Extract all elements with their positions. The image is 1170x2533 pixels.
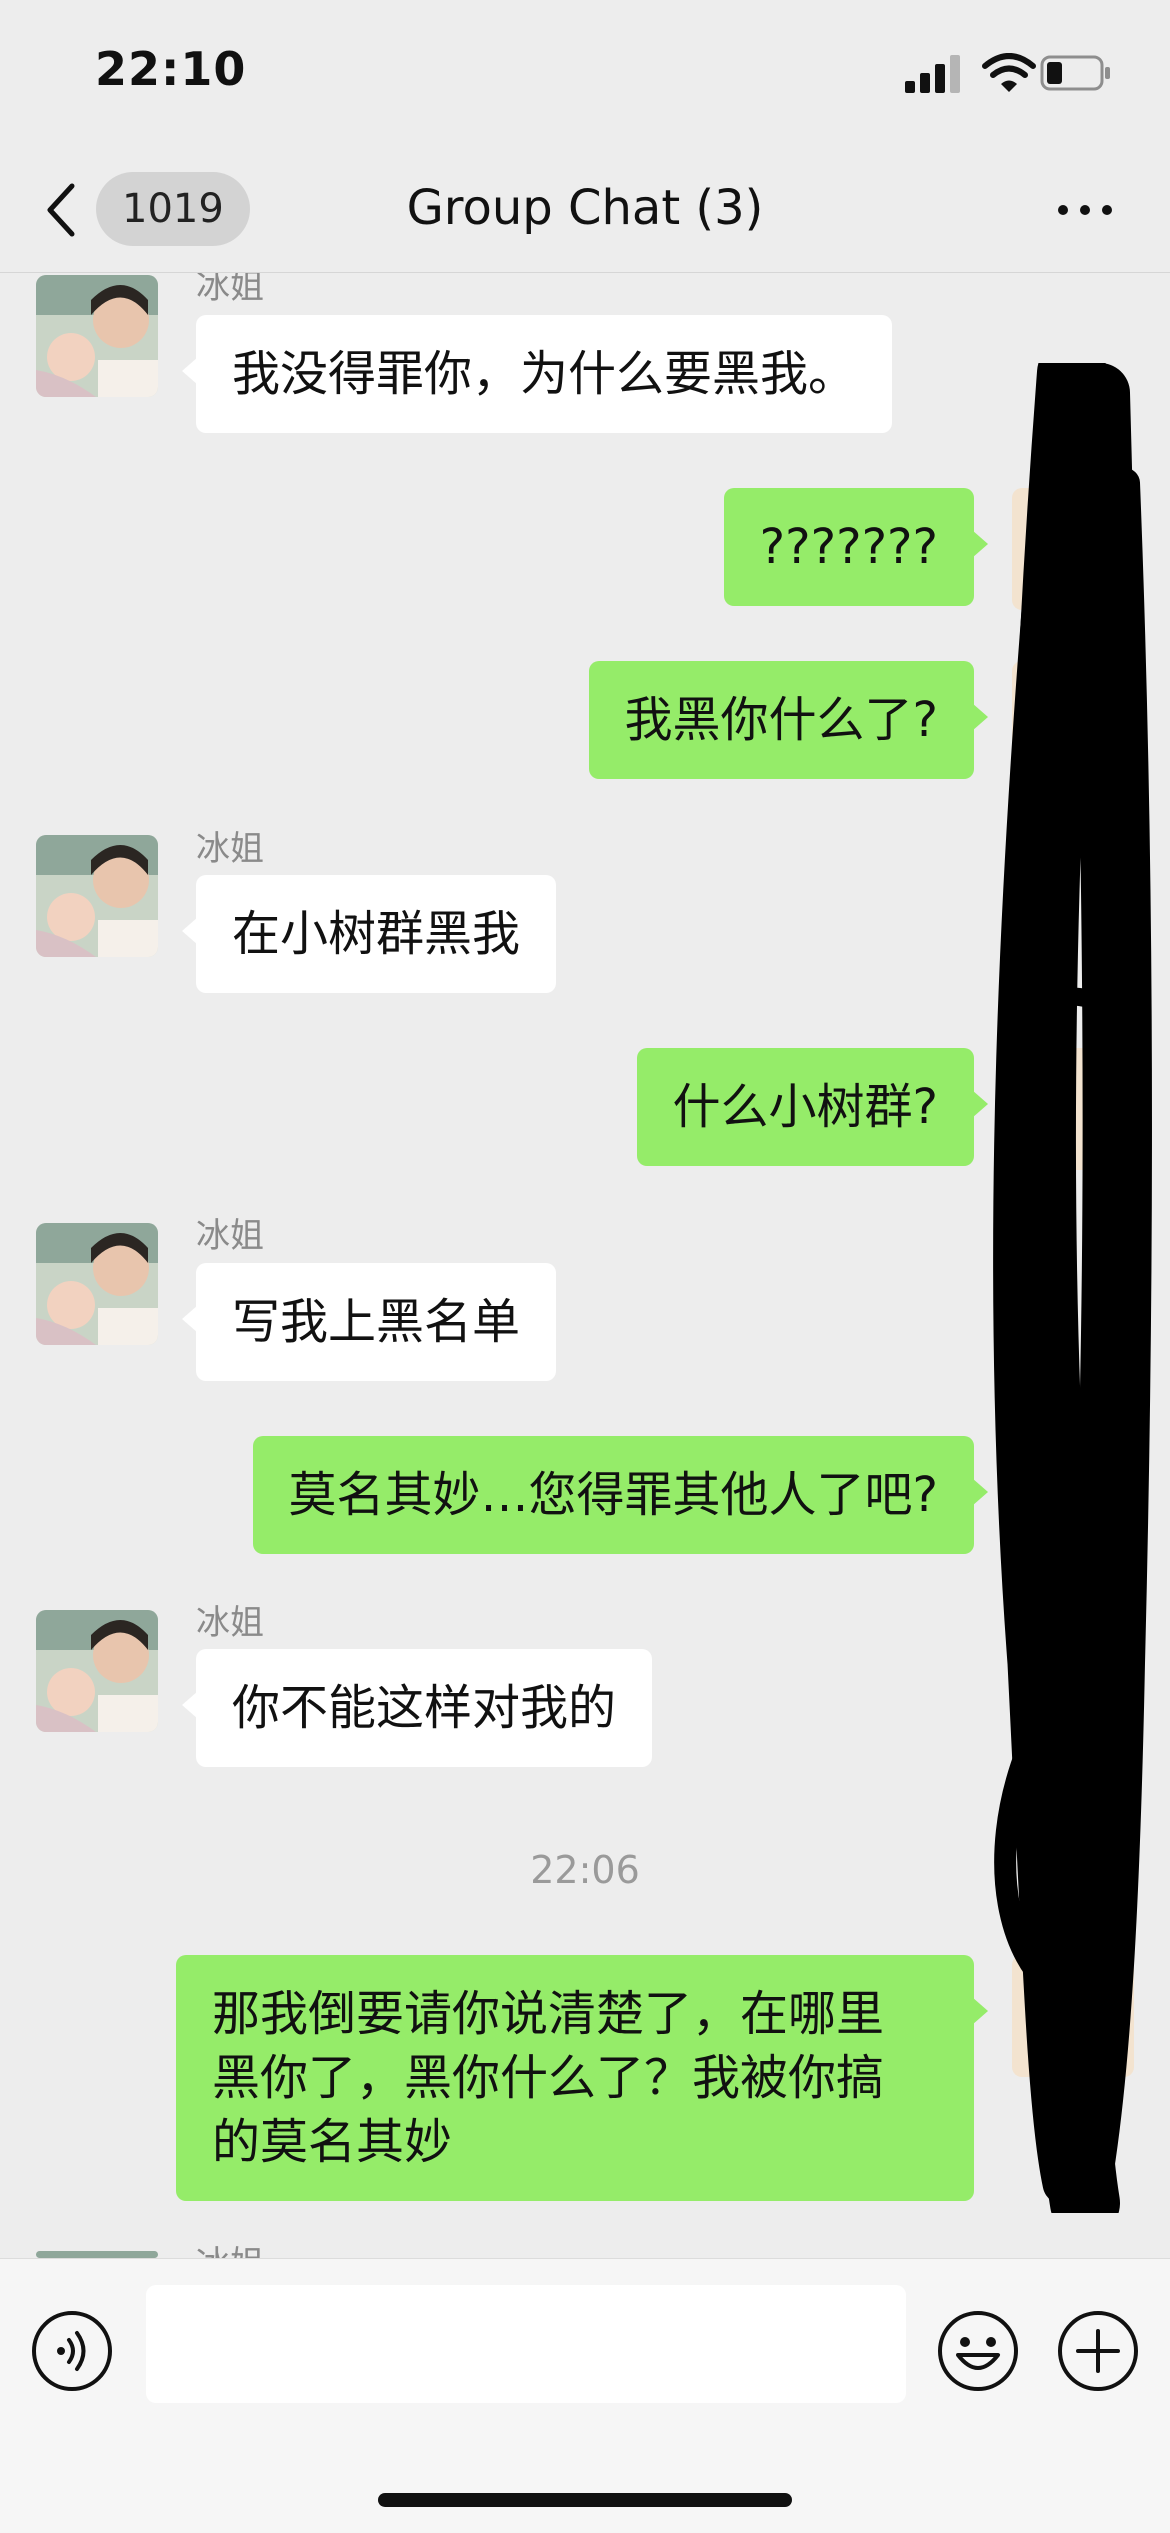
avatar[interactable]	[36, 1610, 158, 1732]
message-bubble-incoming[interactable]: 写我上黑名单	[181, 1263, 557, 1381]
avatar[interactable]	[36, 275, 158, 397]
plus-icon[interactable]	[1056, 2309, 1140, 2393]
avatar[interactable]	[36, 2251, 158, 2258]
message-input[interactable]	[146, 2285, 906, 2403]
sender-name: 冰姐	[196, 1603, 264, 1643]
sender-name: 冰姐	[196, 1216, 264, 1256]
sender-name: 冰姐	[196, 2236, 264, 2258]
message-list[interactable]: 冰姐 我没得罪你，为什么要黑我。 ??????? 我黑你什么了? 冰姐 在小树群…	[0, 273, 1170, 2258]
sender-name: 冰姐	[196, 273, 264, 307]
cellular-signal-icon	[905, 55, 960, 93]
emoji-icon[interactable]	[936, 2309, 1020, 2393]
more-dots-icon[interactable]	[1055, 198, 1115, 222]
message-bubble-incoming[interactable]: 在小树群黑我	[181, 875, 557, 993]
battery-icon	[1040, 55, 1110, 91]
message-bubble-outgoing[interactable]: 什么小树群?	[636, 1048, 989, 1166]
unread-count-badge[interactable]: 1019	[96, 172, 250, 246]
message-line: 黑你了，黑你什么了？我被你搞	[212, 2050, 885, 2106]
status-time: 22:10	[95, 42, 247, 96]
status-bar: 22:10	[0, 0, 1170, 150]
message-line: 的莫名其妙	[212, 2114, 453, 2170]
sender-name: 冰姐	[196, 829, 264, 869]
message-bubble-incoming[interactable]: 我没得罪你，为什么要黑我。	[181, 315, 893, 433]
message-bubble-outgoing[interactable]: 我黑你什么了?	[588, 661, 989, 779]
message-line: 那我倒要请你说清楚了，在哪里	[212, 1986, 885, 2042]
message-bubble-outgoing[interactable]: 莫名其妙…您得罪其他人了吧?	[252, 1436, 989, 1554]
home-indicator	[378, 2493, 792, 2507]
voice-icon[interactable]	[30, 2309, 114, 2393]
wifi-icon	[982, 53, 1036, 92]
avatar[interactable]	[36, 835, 158, 957]
message-bubble-incoming[interactable]: 你不能这样对我的	[181, 1649, 653, 1767]
avatar[interactable]	[36, 1223, 158, 1345]
redaction-scribble	[993, 363, 1152, 2213]
input-bar	[0, 2258, 1170, 2533]
nav-bar: Group Chat (3) 1019	[0, 150, 1170, 273]
message-bubble-outgoing[interactable]: ???????	[723, 488, 989, 606]
message-bubble-outgoing[interactable]: 那我倒要请你说清楚了，在哪里 黑你了，黑你什么了？我被你搞 的莫名其妙	[176, 1955, 988, 2201]
